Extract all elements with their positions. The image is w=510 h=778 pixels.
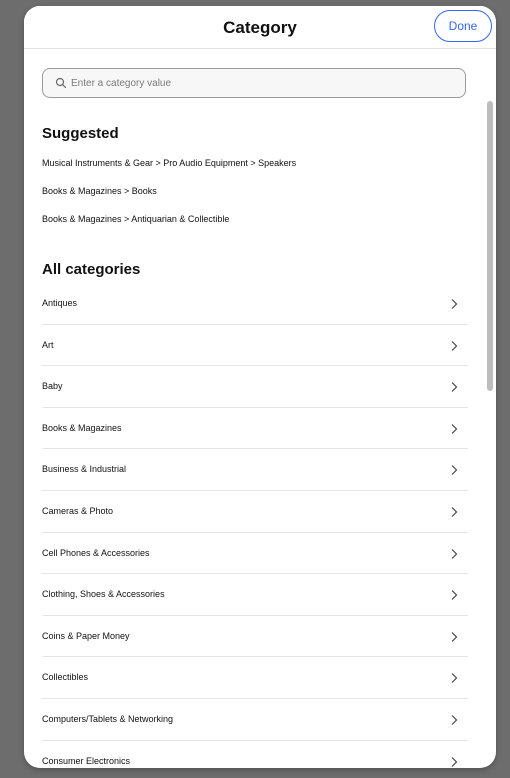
category-row-baby[interactable]: Baby [42, 366, 468, 408]
all-categories-heading: All categories [42, 261, 141, 278]
category-label: Books & Magazines [42, 422, 122, 433]
suggested-item[interactable]: Musical Instruments & Gear > Pro Audio E… [42, 158, 296, 168]
suggested-item[interactable]: Books & Magazines > Antiquarian & Collec… [42, 214, 229, 224]
category-label: Clothing, Shoes & Accessories [42, 589, 165, 600]
suggested-item[interactable]: Books & Magazines > Books [42, 186, 157, 196]
chevron-right-icon [451, 548, 458, 559]
category-label: Cell Phones & Accessories [42, 547, 150, 558]
chevron-right-icon [451, 756, 458, 767]
category-search-input[interactable] [71, 69, 451, 97]
category-label: Consumer Electronics [42, 755, 131, 766]
chevron-right-icon [451, 715, 458, 725]
category-label: Antiques [42, 298, 78, 308]
chevron-right-icon [451, 465, 458, 476]
category-row-antiques[interactable]: Antiques [42, 283, 468, 325]
category-row-computers-tablets[interactable]: Computers/Tablets & Networking [42, 699, 468, 741]
dialog-title: Category [223, 18, 297, 37]
search-icon [55, 77, 67, 89]
category-row-collectibles[interactable]: Collectibles [42, 657, 468, 699]
category-row-clothing[interactable]: Clothing, Shoes & Accessories [42, 574, 468, 616]
category-scroll-area[interactable]: Suggested Musical Instruments & Gear > P… [24, 49, 496, 768]
chevron-right-icon [451, 631, 458, 642]
category-row-art[interactable]: Art [42, 325, 468, 367]
category-row-cell-phones[interactable]: Cell Phones & Accessories [42, 533, 468, 575]
category-label: Coins & Paper Money [42, 630, 130, 641]
scrollbar-thumb[interactable] [487, 101, 493, 391]
category-row-cameras-photo[interactable]: Cameras & Photo [42, 491, 468, 533]
chevron-right-icon [451, 299, 458, 309]
category-row-consumer-electronics[interactable]: Consumer Electronics [42, 741, 468, 768]
category-label: Computers/Tablets & Networking [42, 713, 174, 724]
category-dialog: Category Done Suggested Musical Instrume… [24, 6, 496, 768]
all-categories-list: Antiques Art Baby Books & Magazines Busi… [42, 283, 468, 768]
category-label: Baby [42, 381, 63, 392]
chevron-right-icon [451, 507, 458, 517]
chevron-right-icon [451, 423, 458, 434]
chevron-right-icon [451, 590, 458, 601]
chevron-right-icon [451, 382, 458, 393]
done-button[interactable]: Done [434, 10, 492, 42]
category-label: Business & Industrial [42, 464, 127, 475]
chevron-right-icon [451, 673, 458, 684]
chevron-right-icon [451, 340, 458, 351]
category-search-box[interactable] [42, 68, 466, 98]
category-row-business-industrial[interactable]: Business & Industrial [42, 449, 468, 491]
suggested-heading: Suggested [42, 125, 119, 142]
category-label: Art [42, 339, 54, 350]
category-label: Cameras & Photo [42, 505, 114, 516]
category-row-coins-paper-money[interactable]: Coins & Paper Money [42, 616, 468, 658]
category-row-books-magazines[interactable]: Books & Magazines [42, 408, 468, 450]
dialog-header: Category Done [24, 6, 496, 49]
category-label: Collectibles [42, 672, 89, 683]
